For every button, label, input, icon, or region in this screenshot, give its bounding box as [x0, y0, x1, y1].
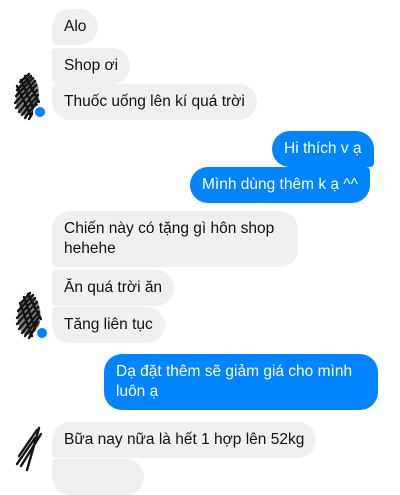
seen-badge-icon — [33, 105, 47, 119]
incoming-message[interactable]: Shop ơi — [52, 48, 131, 84]
incoming-message[interactable]: Alo — [52, 9, 99, 45]
chat-thread: Alo Shop ơi Thuốc uống lên kí quá trời H… — [0, 0, 400, 495]
avatar[interactable] — [13, 426, 47, 476]
outgoing-message[interactable]: Hi thích v ạ — [272, 131, 374, 167]
incoming-message[interactable]: Ăn quá trời ăn — [52, 270, 175, 306]
outgoing-message[interactable]: Dạ đặt thêm sẽ giảm giá cho mình luôn ạ — [104, 354, 378, 410]
incoming-message[interactable]: Bữa nay nữa là hết 1 hợp lên 52kg — [52, 422, 317, 458]
incoming-message[interactable]: Chiến này có tặng gì hôn shop hehehe — [52, 211, 298, 267]
seen-badge-icon — [35, 326, 49, 340]
avatar-scribble-icon — [15, 426, 43, 472]
outgoing-message[interactable]: Mình dùng thêm k ạ ^^ — [190, 167, 370, 203]
incoming-message[interactable] — [52, 459, 144, 495]
incoming-message[interactable]: Thuốc uống lên kí quá trời — [52, 84, 257, 120]
incoming-message[interactable]: Tăng liên tục — [52, 307, 165, 343]
